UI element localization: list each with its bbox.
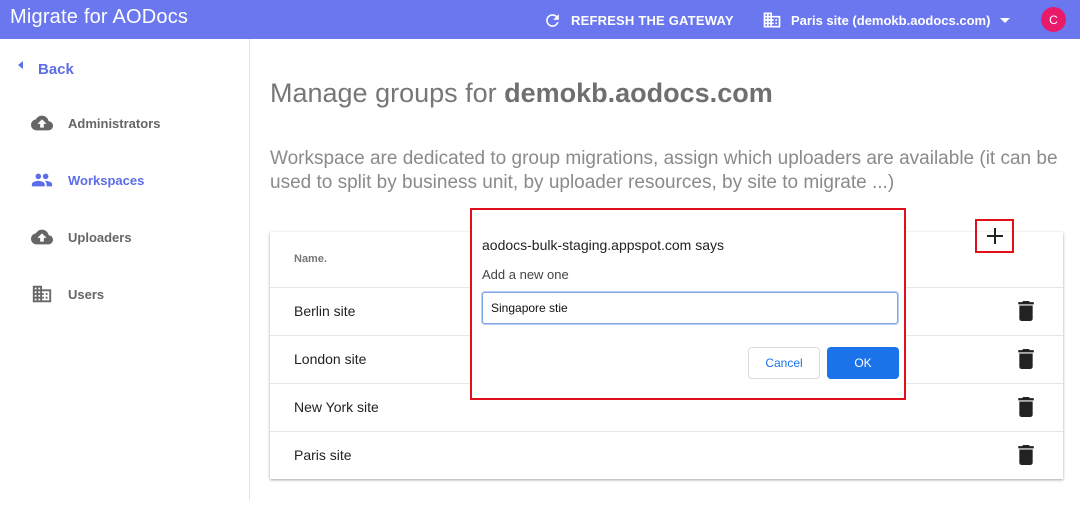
trash-icon[interactable]	[1018, 397, 1034, 417]
cloud-upload-icon	[31, 229, 53, 245]
table-row: Paris site	[270, 431, 1063, 479]
trash-icon[interactable]	[1018, 349, 1034, 369]
sidebar: Back Administrators Workspaces Uploaders…	[0, 39, 250, 500]
workspace-name: Berlin site	[294, 303, 356, 319]
page-title-prefix: Manage groups for	[270, 78, 505, 108]
sidebar-item-label: Uploaders	[68, 229, 132, 245]
top-app-bar: Migrate for AODocs REFRESH THE GATEWAY P…	[0, 0, 1080, 39]
page-description: Workspace are dedicated to group migrati…	[270, 148, 1058, 193]
refresh-icon	[546, 13, 559, 27]
page-title-domain: demokb.aodocs.com	[504, 78, 773, 108]
sidebar-item-administrators[interactable]: Administrators	[31, 112, 160, 134]
prompt-dialog: aodocs-bulk-staging.appspot.com says Add…	[470, 208, 906, 400]
sidebar-item-workspaces[interactable]: Workspaces	[31, 169, 144, 191]
cloud-upload-icon	[31, 115, 53, 131]
sidebar-item-label: Users	[68, 286, 105, 302]
dialog-message: Add a new one	[482, 267, 569, 282]
refresh-gateway-button[interactable]: REFRESH THE GATEWAY	[543, 10, 734, 30]
sidebar-item-users[interactable]: Users	[31, 283, 104, 305]
sidebar-item-label: Administrators	[68, 115, 161, 131]
group-icon	[31, 173, 53, 187]
column-header-name: Name.	[294, 253, 328, 265]
building-icon	[763, 12, 781, 28]
back-link[interactable]: Back	[18, 60, 74, 78]
cancel-button[interactable]: Cancel	[748, 347, 820, 379]
refresh-gateway-label: REFRESH THE GATEWAY	[571, 12, 734, 28]
back-label: Back	[38, 61, 74, 78]
chevron-down-icon	[1000, 17, 1011, 23]
site-selector[interactable]: Paris site (demokb.aodocs.com)	[762, 9, 1011, 31]
ok-button[interactable]: OK	[827, 347, 899, 379]
add-workspace-button[interactable]	[975, 219, 1014, 253]
dialog-title: aodocs-bulk-staging.appspot.com says	[482, 237, 725, 253]
trash-icon[interactable]	[1018, 301, 1034, 321]
user-avatar[interactable]: C	[1041, 7, 1066, 32]
new-workspace-input[interactable]	[482, 292, 898, 324]
back-arrow-icon	[18, 60, 23, 69]
page-title: Manage groups for demokb.aodocs.com	[270, 78, 773, 109]
app-title: Migrate for AODocs	[10, 6, 189, 28]
sidebar-item-label: Workspaces	[68, 172, 145, 188]
site-selector-label: Paris site (demokb.aodocs.com)	[791, 12, 991, 28]
building-icon	[32, 285, 52, 303]
trash-icon[interactable]	[1018, 445, 1034, 465]
workspace-name: London site	[294, 351, 367, 367]
sidebar-item-uploaders[interactable]: Uploaders	[31, 226, 132, 248]
plus-icon	[986, 228, 1003, 244]
workspace-name: New York site	[294, 399, 379, 415]
workspace-name: Paris site	[294, 447, 352, 463]
